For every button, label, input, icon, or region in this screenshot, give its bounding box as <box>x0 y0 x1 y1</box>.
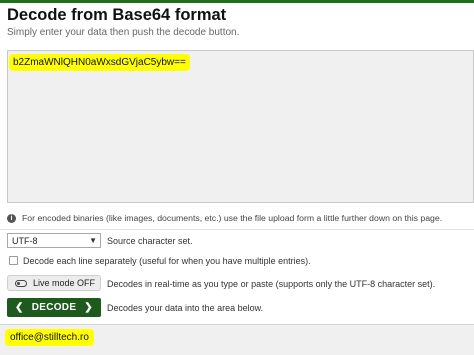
output-value: office@stilltech.ro <box>7 331 92 344</box>
each-line-label: Decode each line separately (useful for … <box>23 256 311 266</box>
toggle-off-icon <box>15 279 27 287</box>
live-mode-toggle[interactable]: Live mode OFF <box>7 275 101 291</box>
charset-label: Source character set. <box>107 236 193 246</box>
live-mode-description: Decodes in real-time as you type or past… <box>107 279 436 289</box>
input-value: b2ZmaWNlQHN0aWxsdGVjaC5ybw== <box>11 56 188 69</box>
info-row: i For encoded binaries (like images, doc… <box>7 211 442 225</box>
output-textarea[interactable]: office@stilltech.ro <box>0 324 474 355</box>
chevron-left-icon: ❮ <box>15 302 24 313</box>
divider <box>0 229 474 230</box>
page-title: Decode from Base64 format <box>7 6 227 24</box>
chevron-right-icon: ❯ <box>84 302 93 313</box>
top-accent-bar <box>0 0 474 3</box>
charset-select[interactable]: UTF-8 ▼ <box>7 233 101 248</box>
charset-value: UTF-8 <box>12 235 38 246</box>
decode-description: Decodes your data into the area below. <box>107 303 264 313</box>
input-textarea[interactable]: b2ZmaWNlQHN0aWxsdGVjaC5ybw== <box>7 50 474 203</box>
info-text: For encoded binaries (like images, docum… <box>22 213 443 223</box>
each-line-checkbox[interactable] <box>9 256 18 265</box>
live-mode-label: Live mode OFF <box>33 278 96 288</box>
decode-button-label: DECODE <box>31 302 77 313</box>
info-icon: i <box>7 213 16 223</box>
chevron-down-icon: ▼ <box>89 236 97 245</box>
decode-button[interactable]: ❮ DECODE ❯ <box>7 298 101 317</box>
page-subtitle: Simply enter your data then push the dec… <box>7 27 240 38</box>
